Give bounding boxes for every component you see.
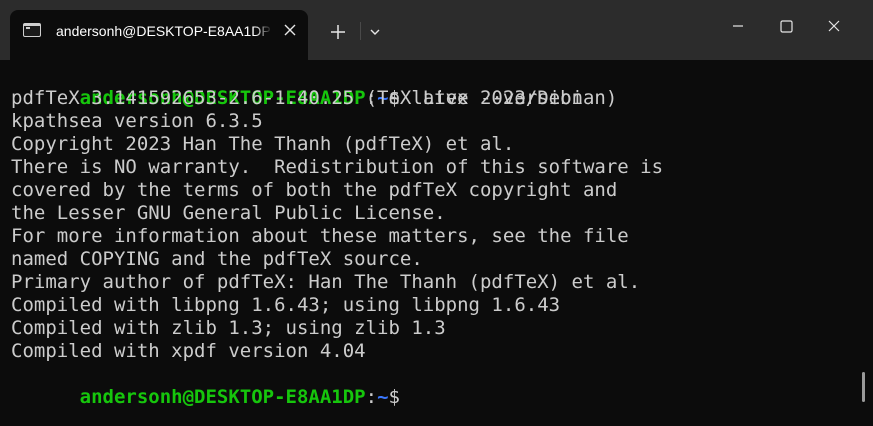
- close-window-button[interactable]: [812, 8, 856, 44]
- output-line: pdfTeX 3.141592653-2.6-1.40.25 (TeX Live…: [11, 87, 618, 109]
- tab-close-button[interactable]: [280, 20, 300, 40]
- output-line: named COPYING and the pdfTeX source.: [11, 248, 423, 270]
- close-icon: [828, 20, 840, 32]
- maximize-button[interactable]: [764, 8, 808, 44]
- output-line: Copyright 2023 Han The Thanh (pdfTeX) et…: [11, 133, 515, 155]
- tab-title: andersonh@DESKTOP-E8AA1DP: ~: [56, 23, 272, 39]
- tab-divider: [360, 22, 361, 40]
- minimize-button[interactable]: [716, 8, 760, 44]
- output-line: the Lesser GNU General Public License.: [11, 202, 446, 224]
- new-tab-button[interactable]: [326, 20, 350, 44]
- scrollbar-thumb[interactable]: [862, 372, 865, 402]
- output-line: There is NO warranty. Redistribution of …: [11, 156, 664, 178]
- prompt-separator: :: [365, 386, 378, 408]
- title-bar[interactable]: andersonh@DESKTOP-E8AA1DP: ~: [0, 0, 873, 60]
- close-icon: [284, 24, 296, 36]
- prompt-user-host: andersonh@DESKTOP-E8AA1DP: [79, 386, 366, 408]
- chevron-down-icon: [370, 29, 380, 35]
- maximize-icon: [780, 20, 793, 33]
- terminal-output[interactable]: andersonh@DESKTOP-E8AA1DP:~$ latex --ver…: [0, 60, 873, 426]
- output-line: Compiled with libpng 1.6.43; using libpn…: [11, 294, 561, 316]
- output-line: Primary author of pdfTeX: Han The Thanh …: [11, 271, 641, 293]
- terminal-icon: [23, 23, 41, 37]
- profile-dropdown-button[interactable]: [365, 22, 385, 42]
- prompt-dollar: $: [388, 386, 400, 408]
- tab-terminal[interactable]: andersonh@DESKTOP-E8AA1DP: ~: [10, 10, 308, 60]
- output-line: kpathsea version 6.3.5: [11, 110, 263, 132]
- output-line: covered by the terms of both the pdfTeX …: [11, 179, 618, 201]
- plus-icon: [331, 25, 345, 39]
- prompt-path: ~: [377, 386, 389, 408]
- prompt-line-command: andersonh@DESKTOP-E8AA1DP:~$ latex --ver…: [11, 64, 583, 109]
- output-line: Compiled with zlib 1.3; using zlib 1.3: [11, 317, 446, 339]
- output-line: For more information about these matters…: [11, 225, 629, 247]
- output-line: Compiled with xpdf version 4.04: [11, 340, 366, 362]
- terminal-window: andersonh@DESKTOP-E8AA1DP: ~ andersonh@D…: [0, 0, 873, 426]
- minimize-icon: [733, 25, 743, 27]
- prompt-line-current: andersonh@DESKTOP-E8AA1DP:~$: [11, 363, 400, 408]
